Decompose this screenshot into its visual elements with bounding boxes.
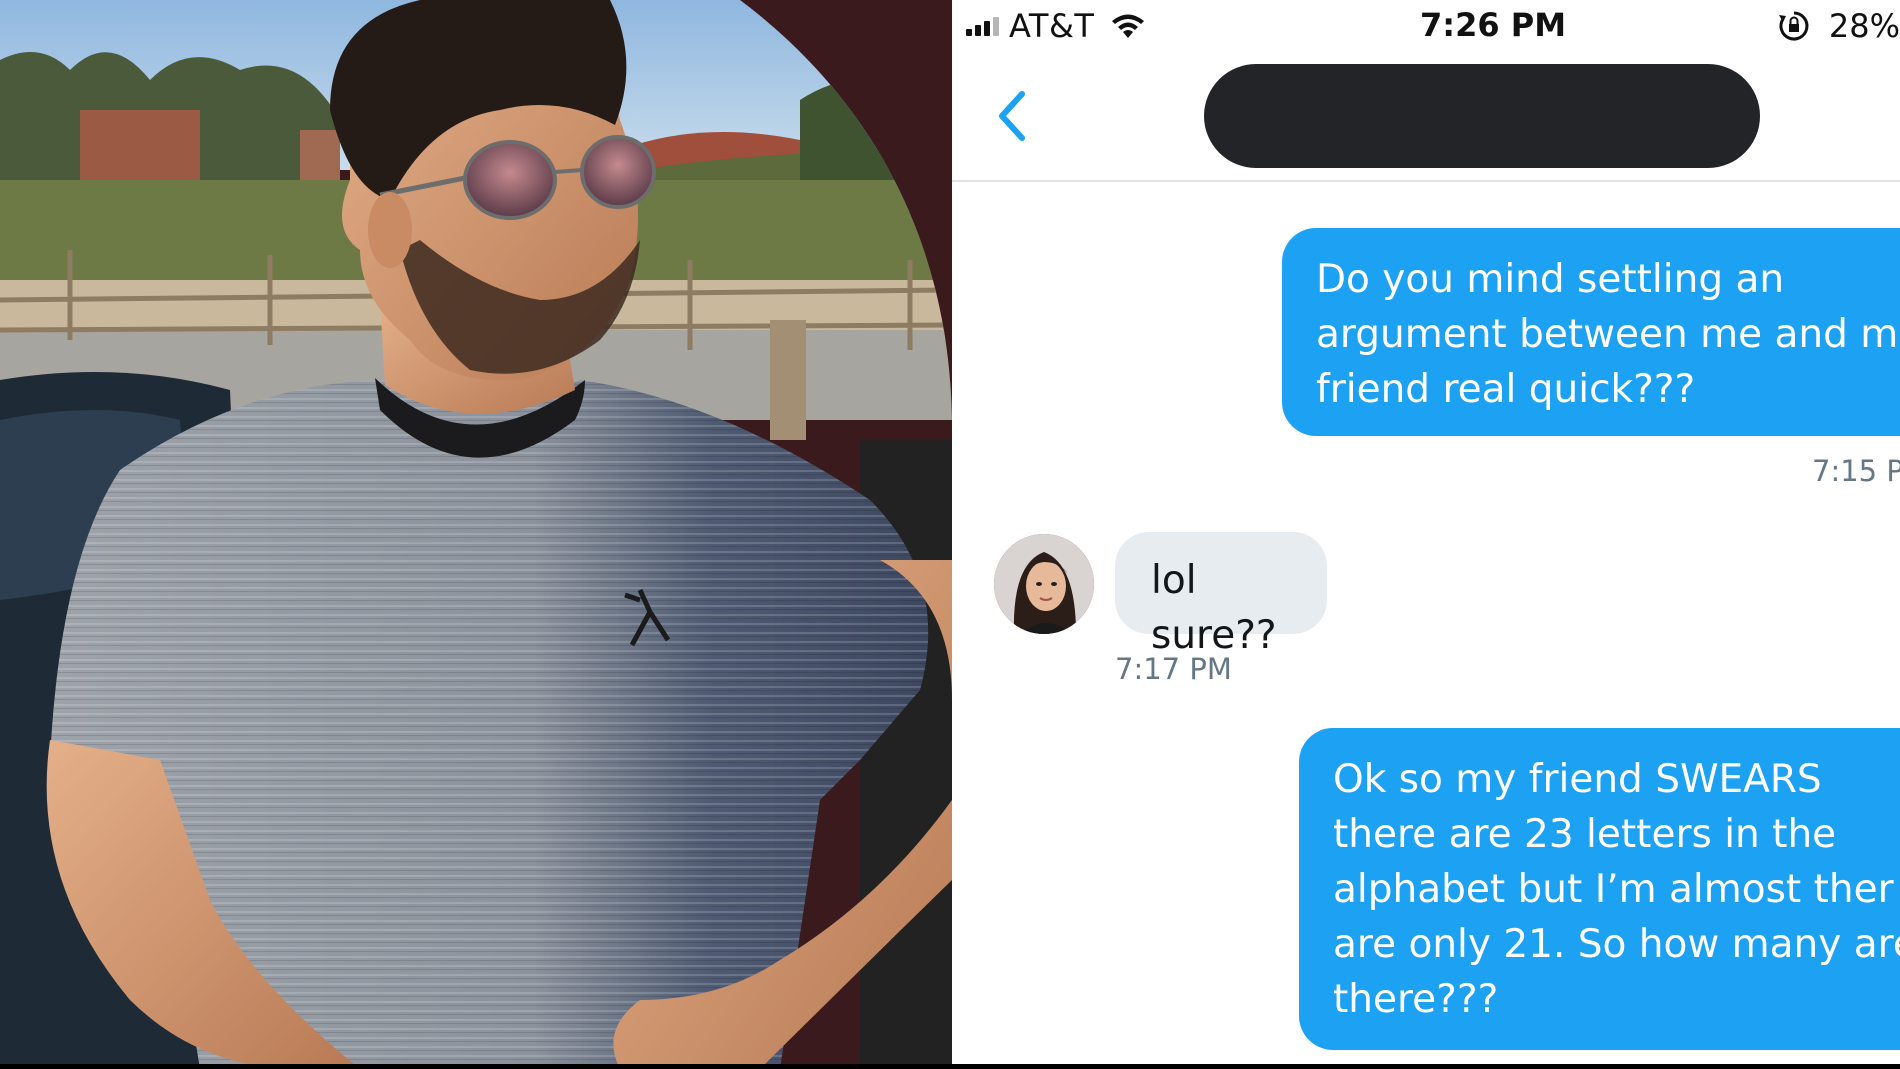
- rotation-lock-icon: [1778, 11, 1809, 41]
- status-bar: AT&T 7:26 PM 28%: [952, 0, 1900, 52]
- carrier-name: AT&T: [1009, 7, 1095, 45]
- profile-photo: [0, 0, 952, 1069]
- composite-image: AT&T 7:26 PM 28% Do you mind settling an…: [0, 0, 1900, 1069]
- conversation-header: [952, 52, 1900, 182]
- photo-illustration: [0, 0, 952, 1069]
- message-timestamp: 7:15 P: [1812, 454, 1900, 488]
- avatar[interactable]: [994, 534, 1094, 634]
- redacted-contact-name: [1204, 64, 1760, 168]
- wifi-icon: [1112, 14, 1145, 38]
- message-timestamp: 7:17 PM: [1115, 652, 1232, 686]
- sent-message-bubble[interactable]: Ok so my friend SWEARS there are 23 lett…: [1299, 728, 1900, 1050]
- signal-icon: [966, 16, 999, 36]
- avatar-image: [994, 534, 1094, 634]
- sent-message-bubble[interactable]: Do you mind settling an argument between…: [1282, 228, 1900, 436]
- received-message-bubble[interactable]: lol sure??: [1115, 532, 1327, 658]
- chevron-left-icon[interactable]: [988, 86, 1038, 146]
- status-right: 28%: [1777, 6, 1900, 46]
- chat-screenshot: AT&T 7:26 PM 28% Do you mind settling an…: [952, 0, 1900, 1069]
- status-time: 7:26 PM: [1420, 6, 1567, 44]
- battery-percent: 28%: [1828, 7, 1900, 45]
- status-left: AT&T: [966, 6, 1148, 46]
- bottom-border: [0, 1064, 1900, 1069]
